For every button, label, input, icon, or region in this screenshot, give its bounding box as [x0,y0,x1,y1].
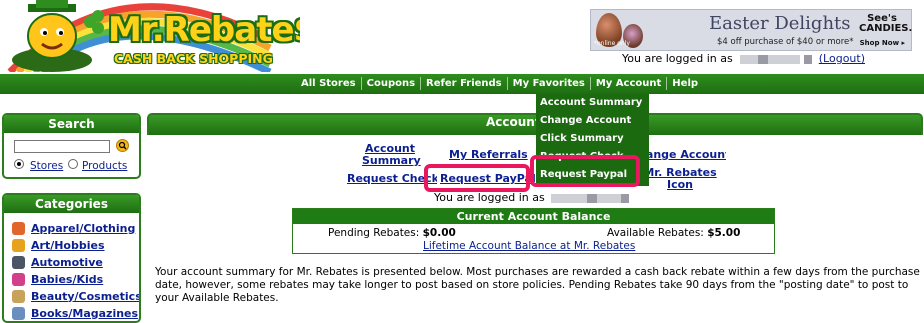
category-art[interactable]: Art/Hobbies [12,237,105,253]
header-login-status: You are logged in as (Logout) [622,52,865,65]
nav-help[interactable]: Help [667,77,703,90]
header-logged-in-text: You are logged in as [622,52,733,65]
redacted-username-part [768,54,801,64]
nav-my-favorites[interactable]: My Favorites [508,77,591,90]
site-logo[interactable]: Mr.Rebate$ CASH BACK SHOPPING [0,0,300,72]
account-summary-link-line2[interactable]: Summary [362,155,421,167]
account-summary-link[interactable]: Account Summary [362,143,421,167]
account-balance-box: Current Account Balance Pending Rebates:… [292,208,775,254]
category-apparel[interactable]: Apparel/Clothing [12,220,135,236]
highlight-dropdown-request-paypal [530,155,640,187]
search-panel-title: Search [4,115,139,133]
balance-title: Current Account Balance [293,209,774,224]
main-nav-bar: All Stores Coupons Refer Friends My Favo… [0,74,924,94]
category-label[interactable]: Babies/Kids [31,273,103,286]
lifetime-balance-link[interactable]: Lifetime Account Balance at Mr. Rebates [423,240,635,252]
search-go-button[interactable] [116,139,129,152]
redacted-username-part [587,193,598,203]
ad-shop-now[interactable]: Shop Now ▸ [860,39,905,47]
category-label[interactable]: Books/Magazines [31,307,138,320]
book-icon [12,306,25,320]
ad-fine-print: *online only [594,40,630,47]
available-value: $5.00 [707,227,741,239]
radio-stores-label[interactable]: Stores [30,160,63,172]
dropdown-change-account[interactable]: Change Account [540,115,631,126]
logout-link[interactable]: (Logout) [819,52,865,65]
easter-ad-banner[interactable]: *online only Easter Delights $4 off purc… [590,9,912,51]
radio-products[interactable] [68,159,78,169]
category-automotive[interactable]: Automotive [12,254,103,270]
category-label[interactable]: Apparel/Clothing [31,222,135,235]
nav-all-stores[interactable]: All Stores [296,77,362,90]
nav-refer-friends[interactable]: Refer Friends [421,77,508,90]
redacted-username-part [804,54,813,64]
rebates-icon-link[interactable]: Mr. Rebates Icon [640,167,720,191]
categories-title: Categories [4,195,139,213]
cosmetics-icon [12,289,25,303]
palette-icon [12,238,25,252]
nav-my-account[interactable]: My Account [591,77,668,90]
redacted-username-part [758,54,769,64]
ad-headline: Easter Delights [709,13,851,34]
baby-icon [12,272,25,286]
redacted-username-part [597,193,622,203]
search-input[interactable] [14,140,110,153]
main-login-status: You are logged in as [434,191,630,204]
highlight-request-paypal-link [424,164,530,192]
logo-title: Mr.Rebate$ [108,10,300,50]
radio-products-label[interactable]: Products [82,160,127,172]
available-rebates: Available Rebates: $5.00 [607,227,740,239]
dropdown-click-summary[interactable]: Click Summary [540,133,624,144]
my-referrals-link[interactable]: My Referrals [449,149,528,161]
ad-offer: $4 off purchase of $40 or more* [717,37,854,47]
category-books[interactable]: Books/Magazines [12,305,138,321]
account-summary-description: Your account summary for Mr. Rebates is … [155,266,920,304]
ad-brand: See's CANDIES. [859,13,913,34]
tire-icon [12,255,25,269]
main-logged-in-text: You are logged in as [434,191,545,204]
search-panel: Search Stores Products [2,113,141,179]
radio-stores[interactable] [14,159,24,169]
rebates-icon-line2[interactable]: Icon [640,179,720,191]
pending-value: $0.00 [422,227,456,239]
redacted-username [740,54,759,64]
pending-label: Pending Rebates: [328,227,420,239]
category-babies[interactable]: Babies/Kids [12,271,103,287]
magnifier-icon [118,141,127,150]
dropdown-account-summary[interactable]: Account Summary [540,97,642,108]
category-label[interactable]: Art/Hobbies [31,239,105,252]
category-label[interactable]: Beauty/Cosmetics [31,290,139,303]
redacted-username [551,193,588,203]
redacted-username-part [621,193,630,203]
nav-coupons[interactable]: Coupons [362,77,422,90]
pending-rebates: Pending Rebates: $0.00 [328,227,456,239]
category-beauty[interactable]: Beauty/Cosmetics [12,288,139,304]
logo-subtitle: CASH BACK SHOPPING [114,51,273,66]
shirt-icon [12,221,25,235]
category-label[interactable]: Automotive [31,256,103,269]
available-label: Available Rebates: [607,227,704,239]
categories-panel: Categories Apparel/Clothing Art/Hobbies … [2,193,141,323]
